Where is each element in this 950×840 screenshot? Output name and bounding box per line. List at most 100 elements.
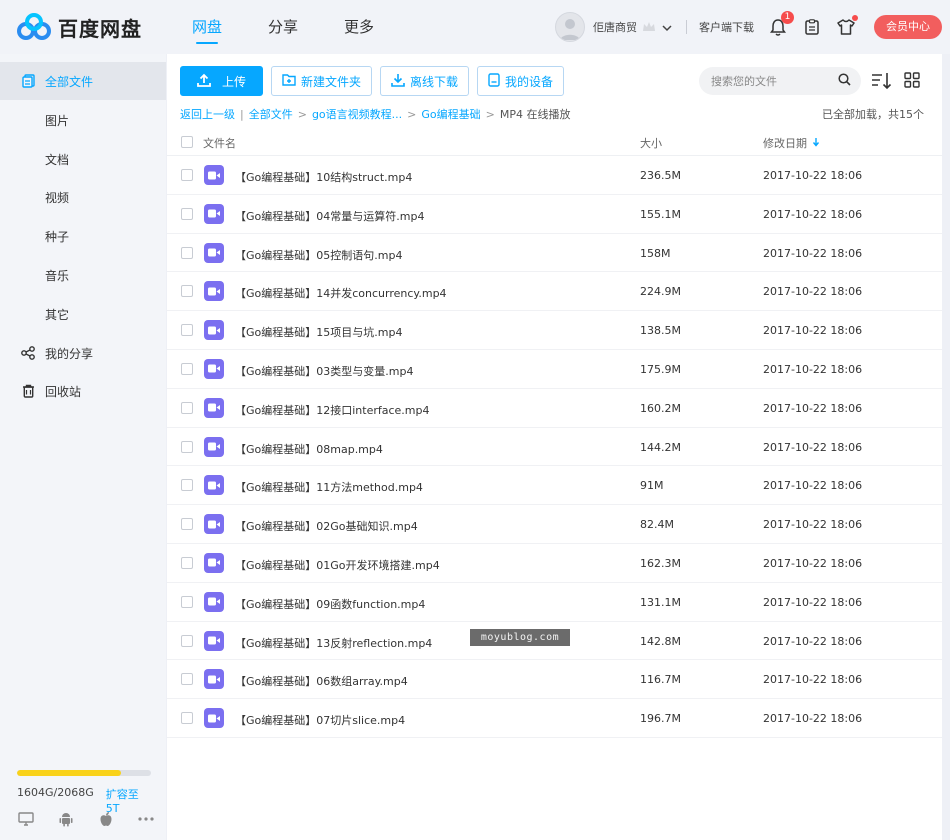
client-download-link[interactable]: 客户端下载: [699, 19, 754, 35]
username[interactable]: 佢唐商贸: [593, 19, 637, 35]
file-name[interactable]: 【Go编程基础】09函数function.mp4: [235, 596, 425, 612]
file-name[interactable]: 【Go编程基础】05控制语句.mp4: [235, 247, 402, 263]
video-file-icon: [204, 591, 224, 612]
file-name[interactable]: 【Go编程基础】07切片slice.mp4: [235, 712, 405, 728]
sidebar-item-my-shares[interactable]: 我的分享: [0, 334, 166, 372]
file-row[interactable]: 【Go编程基础】10结构struct.mp4 236.5M 2017-10-22…: [167, 156, 942, 195]
file-row[interactable]: 【Go编程基础】02Go基础知识.mp4 82.4M 2017-10-22 18…: [167, 505, 942, 544]
sidebar-item-recycle-bin[interactable]: 回收站: [0, 372, 166, 410]
file-row[interactable]: 【Go编程基础】04常量与运算符.mp4 155.1M 2017-10-22 1…: [167, 195, 942, 234]
file-name[interactable]: 【Go编程基础】12接口interface.mp4: [235, 402, 430, 418]
sidebar-item-documents[interactable]: 文档: [0, 140, 166, 178]
file-row[interactable]: 【Go编程基础】07切片slice.mp4 196.7M 2017-10-22 …: [167, 699, 942, 738]
file-name[interactable]: 【Go编程基础】15项目与坑.mp4: [235, 324, 402, 340]
file-row[interactable]: 【Go编程基础】01Go开发环境搭建.mp4 162.3M 2017-10-22…: [167, 544, 942, 583]
more-icon[interactable]: [137, 810, 155, 828]
row-checkbox[interactable]: [181, 246, 193, 259]
row-checkbox[interactable]: [181, 324, 193, 337]
file-row[interactable]: 【Go编程基础】12接口interface.mp4 160.2M 2017-10…: [167, 389, 942, 428]
apple-icon[interactable]: [97, 810, 115, 828]
file-name[interactable]: 【Go编程基础】14并发concurrency.mp4: [235, 285, 447, 301]
file-size: 175.9M: [640, 362, 681, 376]
file-row[interactable]: 【Go编程基础】03类型与变量.mp4 175.9M 2017-10-22 18…: [167, 350, 942, 389]
file-row[interactable]: 【Go编程基础】05控制语句.mp4 158M 2017-10-22 18:06: [167, 234, 942, 273]
row-checkbox[interactable]: [181, 556, 193, 569]
sidebar-item-all-files[interactable]: 全部文件: [0, 62, 166, 100]
row-checkbox[interactable]: [181, 595, 193, 608]
file-name[interactable]: 【Go编程基础】06数组array.mp4: [235, 673, 408, 689]
sidebar-item-images[interactable]: 图片: [0, 101, 166, 139]
row-checkbox[interactable]: [181, 673, 193, 686]
nav-item-netdisk[interactable]: 网盘: [192, 0, 222, 54]
avatar[interactable]: [555, 12, 585, 42]
row-checkbox[interactable]: [181, 440, 193, 453]
select-all-checkbox[interactable]: [181, 136, 193, 148]
file-row[interactable]: 【Go编程基础】09函数function.mp4 131.1M 2017-10-…: [167, 583, 942, 622]
breadcrumb-back-link[interactable]: 返回上一级: [180, 106, 235, 122]
tshirt-icon[interactable]: [836, 15, 858, 37]
video-file-icon: [204, 320, 224, 341]
column-header-name[interactable]: 文件名: [203, 135, 236, 151]
sidebar-item-videos[interactable]: 视频: [0, 178, 166, 216]
sidebar-item-music[interactable]: 音乐: [0, 256, 166, 294]
row-checkbox[interactable]: [181, 479, 193, 492]
row-checkbox[interactable]: [181, 285, 193, 298]
chevron-down-icon[interactable]: [662, 22, 672, 32]
file-name[interactable]: 【Go编程基础】11方法method.mp4: [235, 479, 423, 495]
new-folder-button[interactable]: 新建文件夹: [271, 66, 373, 96]
upload-button[interactable]: 上传: [180, 66, 264, 96]
column-header-date[interactable]: 修改日期: [763, 135, 820, 151]
row-checkbox[interactable]: [181, 518, 193, 531]
row-checkbox[interactable]: [181, 634, 193, 647]
row-checkbox[interactable]: [181, 207, 193, 220]
file-row[interactable]: 【Go编程基础】14并发concurrency.mp4 224.9M 2017-…: [167, 272, 942, 312]
breadcrumb-item[interactable]: Go编程基础: [421, 106, 480, 122]
video-file-icon: [204, 514, 224, 535]
file-name[interactable]: 【Go编程基础】02Go基础知识.mp4: [235, 518, 418, 534]
nav-item-more[interactable]: 更多: [344, 0, 374, 54]
row-checkbox[interactable]: [181, 362, 193, 375]
grid-view-icon[interactable]: [904, 72, 920, 88]
bell-icon[interactable]: 1: [768, 11, 794, 37]
file-name[interactable]: 【Go编程基础】03类型与变量.mp4: [235, 363, 413, 379]
file-modified-date: 2017-10-22 18:06: [763, 595, 863, 609]
search-icon[interactable]: [838, 73, 851, 89]
clipboard-icon[interactable]: [802, 17, 822, 37]
file-size: 116.7M: [640, 673, 681, 687]
offline-download-button[interactable]: 离线下载: [380, 66, 470, 96]
file-toolbar: 上传 新建文件夹 离线下载 我的设备: [180, 66, 565, 96]
file-size: 142.8M: [640, 634, 681, 648]
file-name[interactable]: 【Go编程基础】04常量与运算符.mp4: [235, 208, 424, 224]
column-header-date-label: 修改日期: [763, 137, 807, 150]
row-checkbox[interactable]: [181, 401, 193, 414]
share-icon: [21, 346, 35, 360]
brand-logo[interactable]: 百度网盘: [16, 12, 142, 42]
breadcrumb-item[interactable]: 全部文件: [249, 106, 293, 122]
breadcrumb-separator: |: [240, 107, 244, 121]
file-row[interactable]: 【Go编程基础】08map.mp4 144.2M 2017-10-22 18:0…: [167, 428, 942, 467]
my-devices-button[interactable]: 我的设备: [477, 66, 565, 96]
search-input[interactable]: [711, 74, 838, 88]
file-name[interactable]: 【Go编程基础】10结构struct.mp4: [235, 169, 412, 185]
sort-order-icon[interactable]: [871, 71, 893, 91]
android-icon[interactable]: [57, 810, 75, 828]
sidebar-item-other[interactable]: 其它: [0, 295, 166, 333]
file-name[interactable]: 【Go编程基础】08map.mp4: [235, 441, 383, 457]
sidebar-item-torrents[interactable]: 种子: [0, 217, 166, 255]
desktop-icon[interactable]: [17, 810, 35, 828]
file-size: 138.5M: [640, 324, 681, 338]
breadcrumb-item[interactable]: go语言视频教程...: [312, 106, 402, 122]
file-name[interactable]: 【Go编程基础】13反射reflection.mp4: [235, 635, 432, 651]
breadcrumb-separator: >: [407, 107, 417, 121]
file-size: 82.4M: [640, 518, 674, 532]
vip-center-button[interactable]: 会员中心: [874, 15, 942, 39]
nav-item-share[interactable]: 分享: [268, 0, 298, 54]
main-nav: 网盘 分享 更多: [192, 0, 374, 54]
file-row[interactable]: 【Go编程基础】15项目与坑.mp4 138.5M 2017-10-22 18:…: [167, 311, 942, 350]
row-checkbox[interactable]: [181, 169, 193, 181]
column-header-size[interactable]: 大小: [640, 135, 662, 151]
row-checkbox[interactable]: [181, 712, 193, 725]
file-name[interactable]: 【Go编程基础】01Go开发环境搭建.mp4: [235, 557, 440, 573]
file-row[interactable]: 【Go编程基础】11方法method.mp4 91M 2017-10-22 18…: [167, 466, 942, 506]
file-row[interactable]: 【Go编程基础】06数组array.mp4 116.7M 2017-10-22 …: [167, 660, 942, 700]
